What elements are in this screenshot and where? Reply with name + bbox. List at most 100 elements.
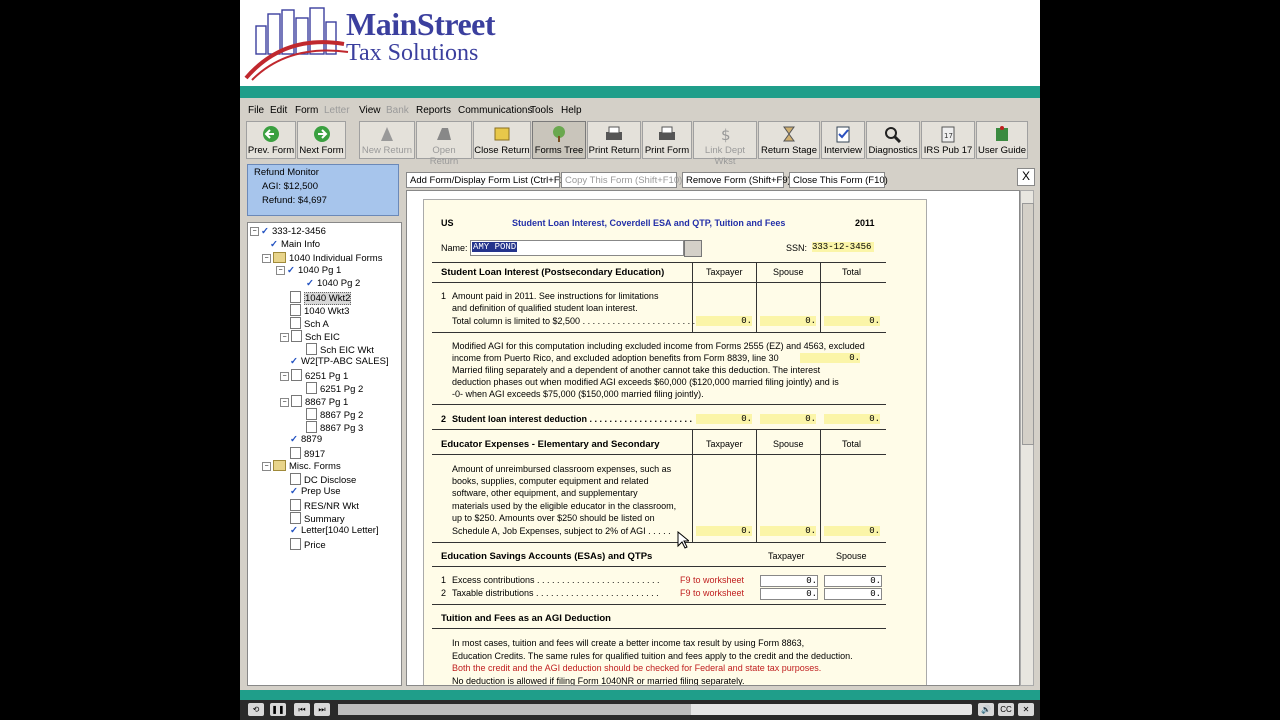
tree-item-1040-wkt2[interactable]: 1040 Wkt2 xyxy=(290,291,352,305)
l2-taxpayer-field[interactable]: 0. xyxy=(696,414,752,424)
tree-item-6251-pg-1[interactable]: −6251 Pg 1 xyxy=(280,369,348,382)
forms-tree-button[interactable]: Forms Tree xyxy=(532,121,586,159)
prev-form-button[interactable]: Prev. Form xyxy=(246,121,296,159)
tree-item-sch-a[interactable]: Sch A xyxy=(290,317,329,330)
open-return-button[interactable]: Open Return xyxy=(416,121,472,167)
rewind-icon[interactable]: ⏮ xyxy=(294,703,310,716)
tree-item-misc-forms[interactable]: − Misc. Forms xyxy=(262,460,341,473)
tab-close-form[interactable]: Close This Form (F10) xyxy=(789,172,888,188)
tree-item-ssn[interactable]: − ✓ 333-12-3456 xyxy=(250,226,326,239)
close-return-label: Close Return xyxy=(474,145,530,156)
captions-icon[interactable]: CC xyxy=(998,703,1014,716)
menu-help[interactable]: Help xyxy=(561,105,582,116)
replay-icon[interactable]: ⟲ xyxy=(248,703,264,716)
vertical-scrollbar[interactable] xyxy=(1020,190,1034,686)
tree-item-prep-use[interactable]: ✓ Prep Use xyxy=(290,486,341,499)
name-value: AMY POND xyxy=(472,242,518,252)
next-form-button[interactable]: Next Form xyxy=(297,121,346,159)
form-icon xyxy=(290,473,301,485)
line-1-text-c: Total column is limited to $2,500 . . . … xyxy=(452,316,701,326)
f9-link-1[interactable]: F9 to worksheet xyxy=(680,575,744,585)
return-stage-button[interactable]: Return Stage xyxy=(758,121,820,159)
educator-taxpayer-field[interactable]: 0. xyxy=(696,526,752,536)
close-player-icon[interactable]: ✕ xyxy=(1018,703,1034,716)
f9-link-2[interactable]: F9 to worksheet xyxy=(680,588,744,598)
tree-item-dc-disclose[interactable]: DC Disclose xyxy=(290,473,356,486)
tree-item-sch-eic[interactable]: − Sch EIC xyxy=(280,330,340,343)
irs-pub-17-button[interactable]: 17 IRS Pub 17 xyxy=(921,121,975,159)
tree-item-sch-eic-wkt[interactable]: Sch EIC Wkt xyxy=(306,343,374,356)
l1-taxpayer-field[interactable]: 0. xyxy=(696,316,752,326)
col-taxpayer: Taxpayer xyxy=(706,267,743,277)
l2-spouse-field[interactable]: 0. xyxy=(760,414,816,424)
name-field[interactable]: AMY POND xyxy=(470,240,684,256)
tree-item-price[interactable]: Price xyxy=(290,538,326,551)
tree-item-summary[interactable]: Summary xyxy=(290,512,345,525)
tree-item-1040-pg-1[interactable]: − ✓ 1040 Pg 1 xyxy=(276,265,341,278)
diagnostics-label: Diagnostics xyxy=(868,145,918,156)
tree-item-8867-pg-1[interactable]: −8867 Pg 1 xyxy=(280,395,348,408)
l1-spouse-field[interactable]: 0. xyxy=(760,316,816,326)
tree-item-8879[interactable]: ✓ 8879 xyxy=(290,434,322,447)
col-spouse-2: Spouse xyxy=(773,439,804,449)
menu-form[interactable]: Form xyxy=(295,105,318,116)
tree-item-8867-pg-2[interactable]: 8867 Pg 2 xyxy=(306,408,363,421)
tab-copy-form[interactable]: Copy This Form (Shift+F10) xyxy=(561,172,682,188)
diagnostics-button[interactable]: Diagnostics xyxy=(866,121,920,159)
menu-reports[interactable]: Reports xyxy=(416,105,451,116)
menu-letter[interactable]: Letter xyxy=(324,105,350,116)
close-form-button[interactable]: X xyxy=(1017,168,1035,186)
tree-item-main-info[interactable]: ✓ Main Info xyxy=(270,239,320,252)
tree-item-6251-pg-2[interactable]: 6251 Pg 2 xyxy=(306,382,363,395)
magi-text-2: income from Puerto Rico, and excluded ad… xyxy=(452,353,779,363)
tree-item-1040-wkt3[interactable]: 1040 Wkt3 xyxy=(290,304,349,317)
menu-file[interactable]: File xyxy=(248,105,264,116)
menu-bank[interactable]: Bank xyxy=(386,105,409,116)
tab-add-form[interactable]: Add Form/Display Form List (Ctrl+F10) xyxy=(406,172,573,188)
tree-item-letter[interactable]: ✓ Letter[1040 Letter] xyxy=(290,525,379,538)
interview-button[interactable]: Interview xyxy=(821,121,865,159)
tree-item-8917[interactable]: 8917 xyxy=(290,447,325,460)
tree-item-1040-pg-2[interactable]: ✓ 1040 Pg 2 xyxy=(306,278,360,291)
tree-item-1040-individual-forms[interactable]: −1040 Individual Forms xyxy=(262,252,382,265)
forward-icon[interactable]: ⏭ xyxy=(314,703,330,716)
esa-excess-spouse-field[interactable]: 0. xyxy=(824,575,882,587)
menu-view[interactable]: View xyxy=(359,105,381,116)
tree-item-8867-pg-3[interactable]: 8867 Pg 3 xyxy=(306,421,363,434)
menu-tools[interactable]: Tools xyxy=(530,105,553,116)
menu-communications[interactable]: Communications xyxy=(458,105,532,116)
tree-item-w2[interactable]: ✓ W2[TP-ABC SALES] xyxy=(290,356,389,369)
section-esa: Education Savings Accounts (ESAs) and QT… xyxy=(441,551,653,562)
magi-field[interactable]: 0. xyxy=(800,353,860,363)
educator-text-4: materials used by the eligible educator … xyxy=(452,501,677,511)
esa-excess-taxpayer-field[interactable]: 0. xyxy=(760,575,818,587)
close-return-button[interactable]: Close Return xyxy=(473,121,531,159)
l2-total-field[interactable]: 0. xyxy=(824,414,880,424)
arrow-left-icon xyxy=(263,126,279,142)
tree-item-res-nr-wkt[interactable]: RES/NR Wkt xyxy=(290,499,359,512)
form-icon xyxy=(290,291,301,303)
progress-track[interactable] xyxy=(338,704,972,715)
esa-taxable-taxpayer-field[interactable]: 0. xyxy=(760,588,818,600)
print-return-button[interactable]: Print Return xyxy=(587,121,641,159)
educator-spouse-field[interactable]: 0. xyxy=(760,526,816,536)
volume-icon[interactable]: 🔊 xyxy=(978,703,994,716)
progress-fill xyxy=(338,704,692,715)
open-return-label: Open Return xyxy=(429,145,459,167)
scrollbar-thumb[interactable] xyxy=(1022,203,1034,445)
user-guide-button[interactable]: User Guide xyxy=(976,121,1028,159)
ssn-value[interactable]: 333-12-3456 xyxy=(812,242,874,252)
new-return-button[interactable]: New Return xyxy=(359,121,415,159)
menu-edit[interactable]: Edit xyxy=(270,105,287,116)
magi-text-1: Modified AGI for this computation includ… xyxy=(452,341,865,351)
l1-total-field[interactable]: 0. xyxy=(824,316,880,326)
pause-icon[interactable]: ❚❚ xyxy=(270,703,286,716)
name-lookup-button[interactable] xyxy=(684,240,702,257)
link-dept-wkst-button[interactable]: $ Link Dept Wkst xyxy=(693,121,757,167)
col-taxpayer-3: Taxpayer xyxy=(768,551,805,561)
educator-total-field[interactable]: 0. xyxy=(824,526,880,536)
irs-pub-17-label: IRS Pub 17 xyxy=(923,145,973,156)
print-form-button[interactable]: Print Form xyxy=(642,121,692,159)
tab-remove-form[interactable]: Remove Form (Shift+F9) xyxy=(682,172,791,188)
esa-taxable-spouse-field[interactable]: 0. xyxy=(824,588,882,600)
